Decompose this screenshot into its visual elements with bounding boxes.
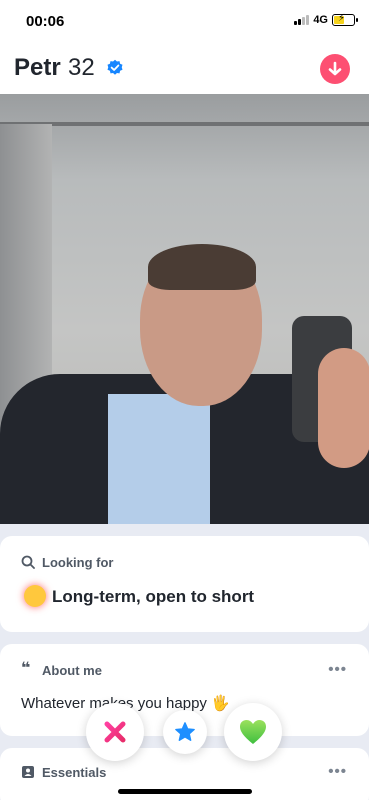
verified-badge-icon bbox=[107, 59, 123, 75]
heart-eyes-emoji bbox=[24, 585, 46, 607]
collapse-profile-button[interactable] bbox=[320, 54, 350, 84]
status-bar: 00:06 4G ⚡ bbox=[0, 0, 369, 44]
essentials-more-button[interactable]: ••• bbox=[328, 763, 347, 780]
looking-for-value: Long-term, open to short bbox=[52, 587, 255, 606]
photo-hand bbox=[318, 348, 369, 468]
quote-icon: ❝ bbox=[21, 660, 31, 677]
photo-hair bbox=[148, 244, 256, 290]
about-me-label: About me bbox=[42, 663, 102, 678]
status-indicators: 4G ⚡ bbox=[294, 13, 358, 26]
profile-photo[interactable] bbox=[0, 94, 369, 524]
home-indicator[interactable] bbox=[118, 789, 252, 794]
super-like-button[interactable] bbox=[163, 710, 207, 754]
photo-shirt bbox=[108, 394, 210, 524]
status-time: 00:06 bbox=[26, 13, 65, 30]
looking-for-label: Looking for bbox=[42, 555, 114, 570]
like-button[interactable] bbox=[224, 703, 282, 761]
profile-age: 32 bbox=[68, 54, 95, 81]
essentials-label: Essentials bbox=[42, 765, 107, 780]
signal-icon bbox=[294, 15, 310, 25]
network-type: 4G bbox=[313, 14, 328, 26]
id-card-icon bbox=[22, 766, 34, 778]
nope-button[interactable] bbox=[86, 703, 144, 761]
about-me-more-button[interactable]: ••• bbox=[328, 661, 347, 678]
star-icon bbox=[175, 722, 195, 741]
battery-icon: ⚡ bbox=[332, 13, 358, 26]
x-icon bbox=[104, 721, 126, 743]
profile-name: Petr bbox=[14, 54, 61, 81]
waving-hand-emoji: 🖐 bbox=[211, 695, 230, 712]
charging-icon: ⚡ bbox=[338, 13, 346, 24]
profile-header: Petr 32 bbox=[0, 44, 369, 94]
search-icon bbox=[21, 555, 35, 569]
arrow-down-icon bbox=[328, 61, 342, 76]
looking-for-card: Looking for Long-term, open to short bbox=[0, 536, 369, 632]
elevator-wall-line bbox=[0, 122, 369, 126]
heart-icon bbox=[240, 720, 266, 744]
